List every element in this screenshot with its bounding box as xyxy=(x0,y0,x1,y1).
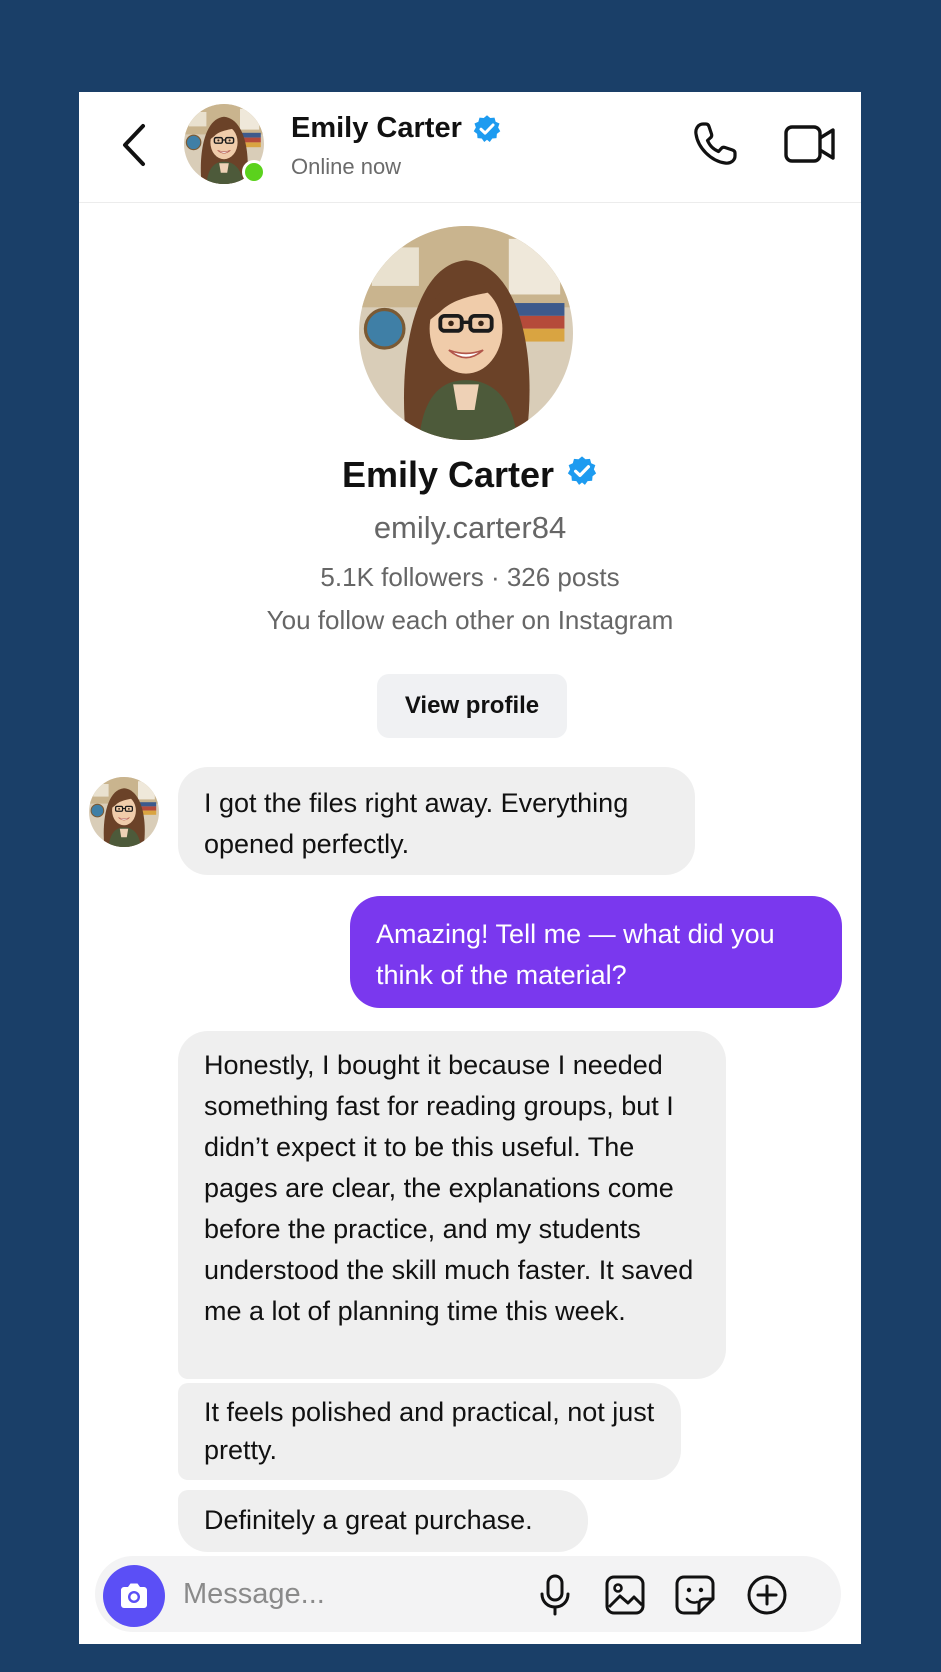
camera-button[interactable] xyxy=(103,1565,165,1627)
view-profile-button[interactable]: View profile xyxy=(377,674,567,738)
header-title[interactable]: Emily Carter xyxy=(291,112,502,145)
message-bubble-outgoing[interactable]: Amazing! Tell me — what did you think of… xyxy=(350,896,842,1008)
microphone-icon xyxy=(540,1574,570,1616)
video-call-button[interactable] xyxy=(783,118,837,170)
message-composer xyxy=(95,1556,841,1632)
sticker-icon xyxy=(675,1575,715,1615)
profile-stats: 5.1K followers · 326 posts xyxy=(320,562,620,592)
profile-photo[interactable] xyxy=(359,226,573,440)
profile-name: Emily Carter xyxy=(341,454,555,495)
chevron-left-icon xyxy=(123,124,145,166)
profile-name-row: Emily Carter xyxy=(79,454,861,496)
mutual-follow-note: You follow each other on Instagram xyxy=(266,605,674,635)
more-options-button[interactable] xyxy=(745,1573,789,1617)
message-input[interactable] xyxy=(183,1574,503,1614)
avatar-photo xyxy=(89,777,159,847)
online-indicator xyxy=(242,160,266,184)
message-bubble-incoming[interactable]: Honestly, I bought it because I needed s… xyxy=(178,1031,726,1379)
profile-handle: emily.carter84 xyxy=(373,510,567,545)
sticker-button[interactable] xyxy=(673,1573,717,1617)
message-bubble-incoming[interactable]: Definitely a great purchase. xyxy=(178,1490,588,1552)
profile-photo-image xyxy=(359,226,573,440)
verified-badge-icon xyxy=(472,114,502,144)
gallery-button[interactable] xyxy=(603,1573,647,1617)
online-status: Online now xyxy=(291,154,402,179)
voice-message-button[interactable] xyxy=(533,1573,577,1617)
contact-name: Emily Carter xyxy=(291,112,462,144)
header-avatar[interactable] xyxy=(184,104,266,184)
voice-call-button[interactable] xyxy=(689,118,741,170)
image-icon xyxy=(605,1575,645,1615)
camera-icon xyxy=(121,1583,147,1608)
video-camera-icon xyxy=(784,125,835,163)
message-avatar[interactable] xyxy=(89,777,159,847)
chat-screen: Emily Carter Online now Emily Carter emi… xyxy=(79,92,861,1644)
verified-badge-icon xyxy=(566,455,598,487)
plus-circle-icon xyxy=(747,1575,787,1615)
back-button[interactable] xyxy=(115,120,155,170)
phone-icon xyxy=(694,122,737,165)
chat-header: Emily Carter Online now xyxy=(79,92,861,203)
message-bubble-incoming[interactable]: It feels polished and practical, not jus… xyxy=(178,1383,681,1480)
message-bubble-incoming[interactable]: I got the files right away. Everything o… xyxy=(178,767,695,875)
